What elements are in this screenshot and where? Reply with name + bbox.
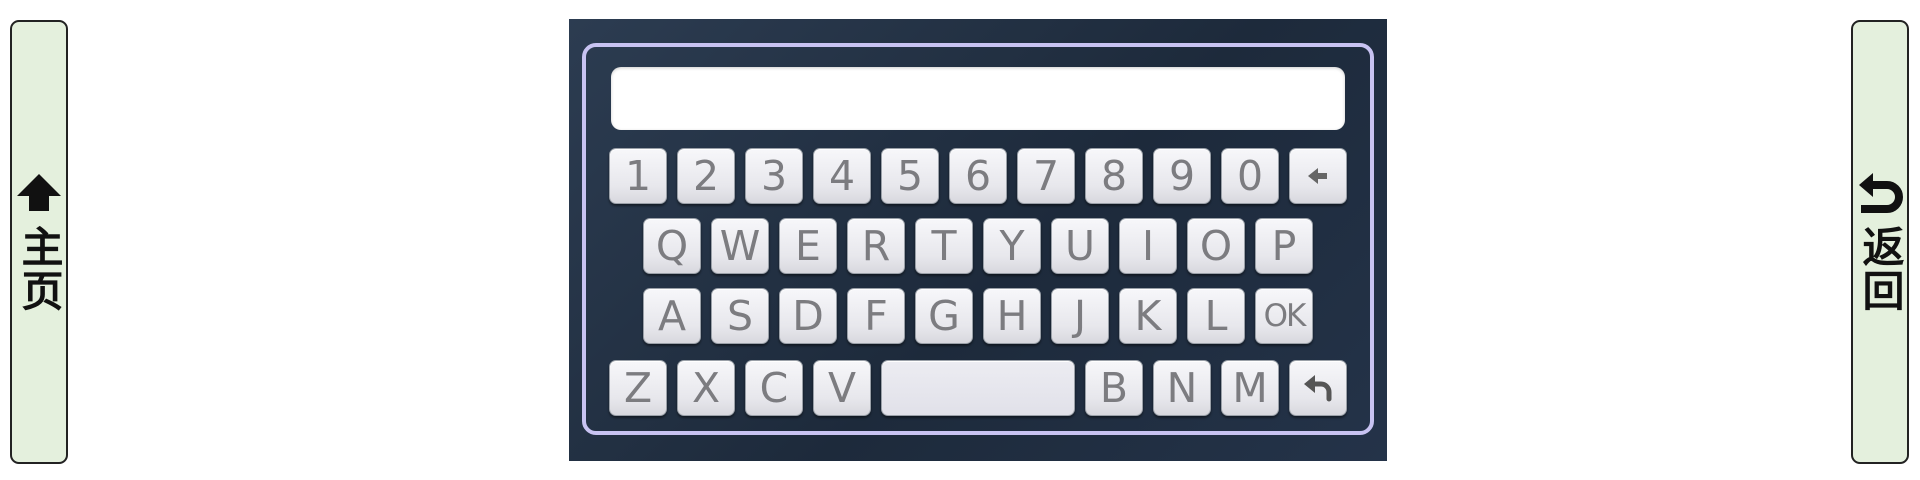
key-y[interactable]: Y xyxy=(983,218,1041,274)
return-arrow-icon xyxy=(1859,173,1903,213)
home-button-label: 主页 xyxy=(15,225,64,313)
key-c[interactable]: C xyxy=(745,360,803,416)
key-7[interactable]: 7 xyxy=(1017,148,1075,204)
back-button-label: 返回 xyxy=(1856,225,1905,313)
key-8[interactable]: 8 xyxy=(1085,148,1143,204)
key-r[interactable]: R xyxy=(847,218,905,274)
key-b[interactable]: B xyxy=(1085,360,1143,416)
key-q[interactable]: Q xyxy=(643,218,701,274)
key-x[interactable]: X xyxy=(677,360,735,416)
key-s[interactable]: S xyxy=(711,288,769,344)
key-0[interactable]: 0 xyxy=(1221,148,1279,204)
key-v[interactable]: V xyxy=(813,360,871,416)
screen: 主页 返回 1 2 3 4 5 6 7 8 9 0 Q W E R T Y U … xyxy=(0,0,1920,480)
key-t[interactable]: T xyxy=(915,218,973,274)
key-j[interactable]: J xyxy=(1051,288,1109,344)
space-key[interactable] xyxy=(881,360,1075,416)
key-p[interactable]: P xyxy=(1255,218,1313,274)
key-4[interactable]: 4 xyxy=(813,148,871,204)
home-button[interactable]: 主页 xyxy=(10,20,68,464)
key-i[interactable]: I xyxy=(1119,218,1177,274)
back-button[interactable]: 返回 xyxy=(1851,20,1909,464)
key-a[interactable]: A xyxy=(643,288,701,344)
key-5[interactable]: 5 xyxy=(881,148,939,204)
key-2[interactable]: 2 xyxy=(677,148,735,204)
key-e[interactable]: E xyxy=(779,218,837,274)
key-3[interactable]: 3 xyxy=(745,148,803,204)
key-l[interactable]: L xyxy=(1187,288,1245,344)
enter-return-icon xyxy=(1304,375,1332,402)
keyboard-panel: 1 2 3 4 5 6 7 8 9 0 Q W E R T Y U I O P … xyxy=(569,19,1387,461)
key-9[interactable]: 9 xyxy=(1153,148,1211,204)
key-k[interactable]: K xyxy=(1119,288,1177,344)
enter-key[interactable] xyxy=(1289,360,1347,416)
home-up-arrow-icon xyxy=(17,174,61,211)
ok-key[interactable]: OK xyxy=(1255,288,1313,344)
key-d[interactable]: D xyxy=(779,288,837,344)
key-g[interactable]: G xyxy=(915,288,973,344)
key-1[interactable]: 1 xyxy=(609,148,667,204)
key-w[interactable]: W xyxy=(711,218,769,274)
key-z[interactable]: Z xyxy=(609,360,667,416)
key-u[interactable]: U xyxy=(1051,218,1109,274)
key-n[interactable]: N xyxy=(1153,360,1211,416)
key-6[interactable]: 6 xyxy=(949,148,1007,204)
key-f[interactable]: F xyxy=(847,288,905,344)
backspace-arrow-icon xyxy=(1308,168,1327,184)
key-h[interactable]: H xyxy=(983,288,1041,344)
key-o[interactable]: O xyxy=(1187,218,1245,274)
backspace-key[interactable] xyxy=(1289,148,1347,204)
input-display[interactable] xyxy=(611,67,1345,130)
key-m[interactable]: M xyxy=(1221,360,1279,416)
